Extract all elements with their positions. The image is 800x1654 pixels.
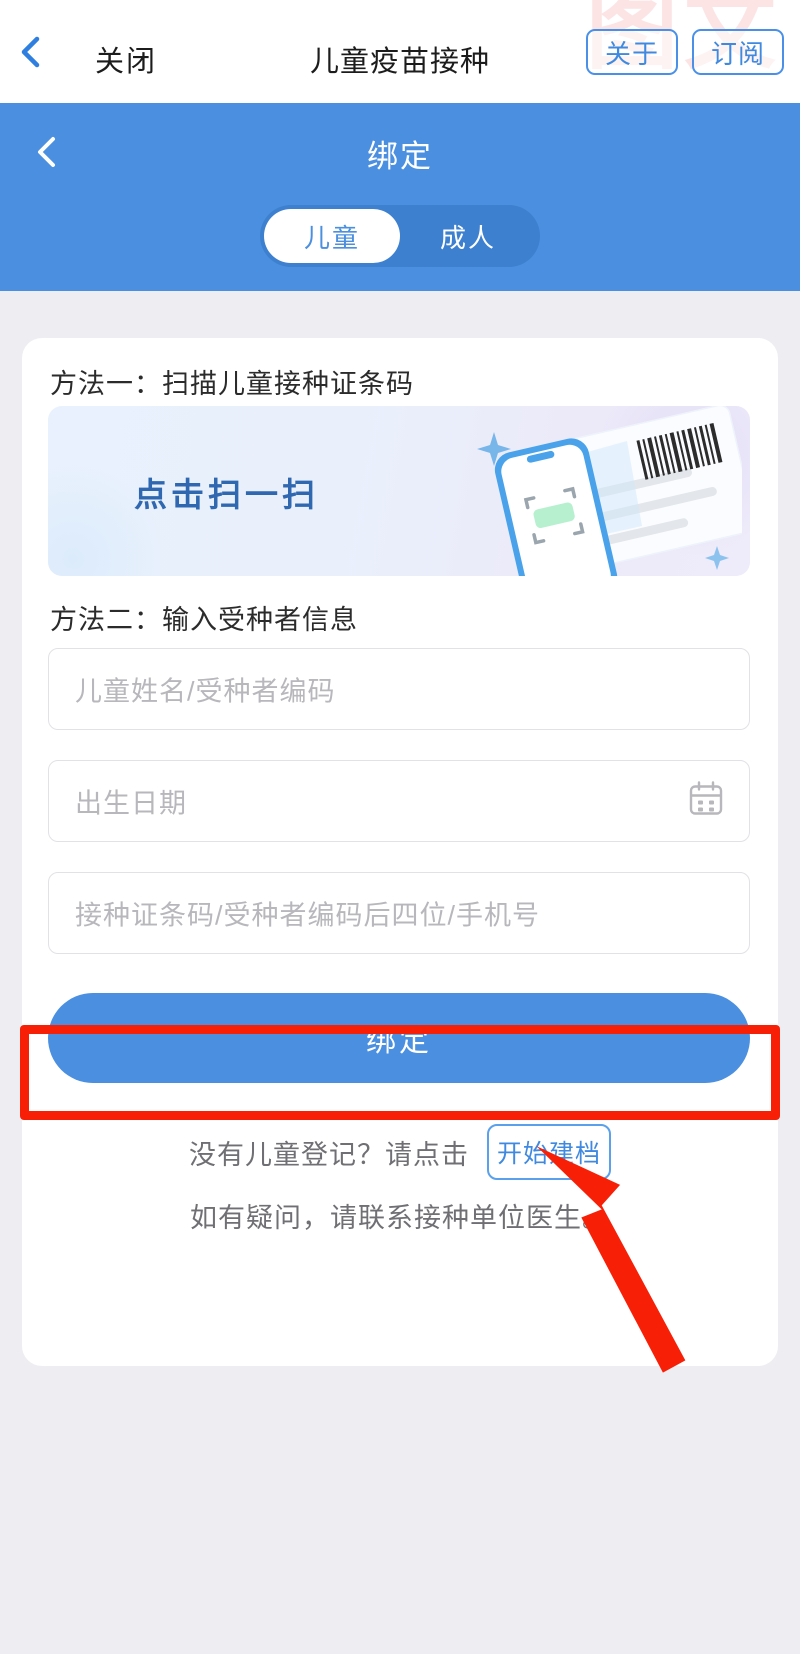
about-button[interactable]: 关于 (586, 29, 678, 75)
segment-child[interactable]: 儿童 (264, 209, 400, 263)
screen-root: 图文 关闭 儿童疫苗接种 关于 订阅 绑定 儿童 成人 方法一：扫描儿童接种证条… (0, 0, 800, 1654)
scan-banner[interactable]: 点击扫一扫 (48, 406, 750, 576)
bind-button[interactable]: 绑定 (48, 993, 750, 1083)
barcode-or-phone-input[interactable]: 接种证条码/受种者编码后四位/手机号 (48, 872, 750, 954)
audience-segmented-control[interactable]: 儿童 成人 (260, 205, 540, 267)
scan-action-label: 点击扫一扫 (134, 476, 319, 513)
method-one-label: 方法一：扫描儿童接种证条码 (50, 369, 414, 399)
birth-date-input[interactable]: 出生日期 (48, 760, 750, 842)
method-two-label: 方法二：输入受种者信息 (50, 605, 358, 635)
subscribe-button[interactable]: 订阅 (692, 29, 784, 75)
child-name-placeholder: 儿童姓名/受种者编码 (75, 676, 336, 707)
pointer-arrow-annotation (536, 1146, 686, 1373)
child-name-input[interactable]: 儿童姓名/受种者编码 (48, 648, 750, 730)
birth-date-placeholder: 出生日期 (75, 788, 187, 819)
browser-page-title: 儿童疫苗接种 (309, 46, 490, 78)
phone-scanning-barcode-card-illustration (477, 406, 742, 576)
browser-top-bar: 图文 关闭 儿童疫苗接种 关于 订阅 (0, 0, 800, 103)
app-header: 绑定 儿童 成人 (0, 103, 800, 291)
calendar-icon[interactable] (687, 780, 725, 823)
segment-adult[interactable]: 成人 (400, 209, 536, 263)
barcode-or-phone-placeholder: 接种证条码/受种者编码后四位/手机号 (75, 900, 541, 931)
app-title: 绑定 (367, 139, 433, 174)
register-prompt-text: 没有儿童登记？请点击 (189, 1139, 469, 1170)
